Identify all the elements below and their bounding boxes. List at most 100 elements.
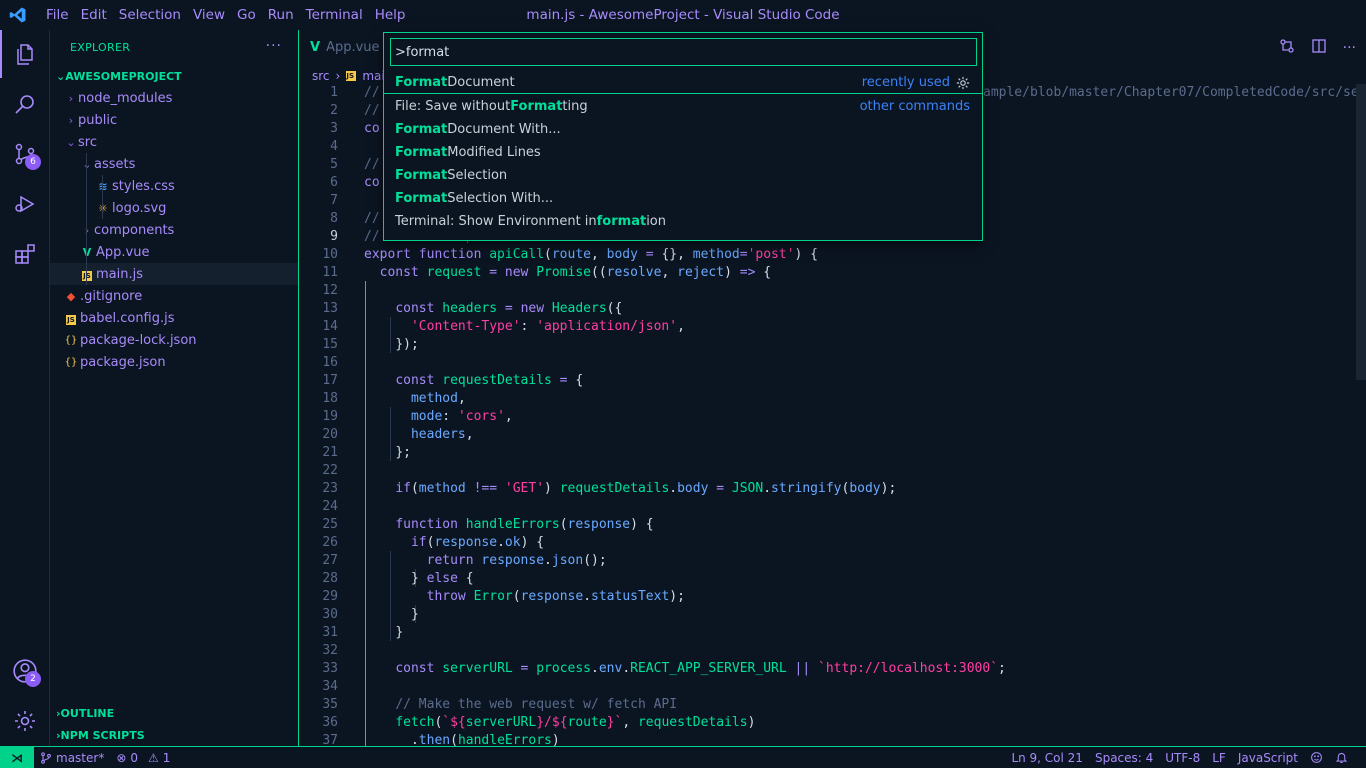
- split-editor-icon[interactable]: [1311, 38, 1327, 58]
- palette-item-format-selection-with[interactable]: Format Selection With...: [384, 187, 982, 210]
- menu-go[interactable]: Go: [231, 0, 262, 30]
- match-highlight: format: [596, 214, 647, 229]
- tree-item-src[interactable]: ⌄ src: [50, 131, 298, 153]
- palette-item-show-environment-information[interactable]: Terminal: Show Environment in format ion: [384, 210, 982, 233]
- menu-terminal[interactable]: Terminal: [300, 0, 369, 30]
- cursor-position[interactable]: Ln 9, Col 21: [1005, 747, 1089, 768]
- code-line: 35 // Make the web request w/ fetch API: [322, 697, 678, 712]
- tab-app-vue[interactable]: V App.vue: [300, 30, 390, 65]
- tree-item-assets[interactable]: ⌄ assets: [50, 153, 298, 175]
- menu-help[interactable]: Help: [369, 0, 412, 30]
- run-debug-icon[interactable]: [0, 180, 50, 228]
- project-folder[interactable]: ⌄ AWESOMEPROJECT: [50, 65, 298, 87]
- match-highlight: Format: [510, 99, 563, 114]
- match-highlight: Format: [395, 191, 448, 206]
- chevron-right-icon: ›: [84, 223, 90, 237]
- svg-file-icon: ✳: [98, 201, 108, 215]
- code-line: 23 if(method !== 'GET') requestDetails.b…: [322, 481, 897, 496]
- gear-icon[interactable]: [0, 697, 50, 745]
- item-label: ting: [562, 99, 588, 114]
- tree-item-app-vue[interactable]: V App.vue: [50, 241, 298, 263]
- palette-item-format-modified-lines[interactable]: Format Modified Lines: [384, 141, 982, 164]
- chevron-down-icon: ⌄: [56, 69, 66, 83]
- tree-item-main-js[interactable]: JS main.js: [50, 263, 298, 285]
- accounts-icon[interactable]: 2: [0, 647, 50, 695]
- status-right: Ln 9, Col 21 Spaces: 4 UTF-8 LF JavaScri…: [1005, 747, 1354, 768]
- vue-file-icon: V: [78, 246, 96, 259]
- breadcrumb-src[interactable]: src: [312, 69, 330, 83]
- item-label: Selection: [447, 168, 508, 183]
- tree-item-label: babel.config.js: [80, 310, 175, 326]
- palette-item-save-without-formatting[interactable]: File: Save without Format ting other comm…: [384, 95, 982, 118]
- item-label: ion: [646, 214, 666, 229]
- gear-icon[interactable]: [956, 76, 970, 90]
- tab-label: App.vue: [326, 40, 380, 55]
- npm-scripts-section[interactable]: › NPM SCRIPTS: [50, 724, 298, 746]
- code-line: 37 .then(handleErrors): [322, 733, 560, 746]
- source-control-icon[interactable]: 6: [0, 130, 50, 178]
- problems-indicator[interactable]: ⊗ 0 ⚠ 1: [110, 747, 176, 768]
- remote-icon[interactable]: ⋊: [0, 747, 34, 768]
- outline-section[interactable]: › OUTLINE: [50, 702, 298, 724]
- tree-item-package-lock[interactable]: {} package-lock.json: [50, 329, 298, 351]
- tree-item-label: styles.css: [112, 178, 175, 194]
- extensions-icon[interactable]: [0, 230, 50, 278]
- feedback-icon[interactable]: [1304, 747, 1329, 768]
- js-file-icon: JS: [82, 270, 92, 281]
- code-line: 36 fetch(`${serverURL}/${route}`, reques…: [322, 715, 756, 730]
- code-line: 29 throw Error(response.statusText);: [322, 589, 685, 604]
- indentation[interactable]: Spaces: 4: [1089, 747, 1159, 768]
- notifications-icon[interactable]: [1329, 747, 1354, 768]
- tree-item-label: App.vue: [96, 244, 150, 260]
- menu-file[interactable]: File: [40, 0, 75, 30]
- code-line: 16: [322, 355, 338, 370]
- menu-selection[interactable]: Selection: [113, 0, 187, 30]
- menu-run[interactable]: Run: [262, 0, 300, 30]
- end-of-line[interactable]: LF: [1206, 747, 1232, 768]
- explorer-icon[interactable]: [0, 30, 50, 78]
- tree-item-public[interactable]: › public: [50, 109, 298, 131]
- tree-item-gitignore[interactable]: ◆ .gitignore: [50, 285, 298, 307]
- tree-item-styles-css[interactable]: ≋ styles.css: [50, 175, 298, 197]
- tree-item-label: .gitignore: [80, 288, 143, 304]
- explorer-header: EXPLORER: [70, 41, 131, 54]
- match-highlight: Format: [395, 122, 448, 137]
- item-label: Document: [447, 74, 515, 90]
- tree-item-logo-svg[interactable]: ✳ logo.svg: [50, 197, 298, 219]
- tree-item-components[interactable]: › components: [50, 219, 298, 241]
- code-line: 13 const headers = new Headers({: [322, 301, 623, 316]
- command-palette-input[interactable]: [390, 38, 977, 66]
- menu-view[interactable]: View: [187, 0, 231, 30]
- palette-item-format-selection[interactable]: Format Selection: [384, 164, 982, 187]
- language-mode[interactable]: JavaScript: [1232, 747, 1304, 768]
- code-line: 10 export function apiCall(route, body = …: [322, 247, 819, 262]
- menu-edit[interactable]: Edit: [75, 0, 113, 30]
- code-line: 18 method,: [322, 391, 466, 406]
- code-url-fragment: ample/blob/master/Chapter07/CompletedCod…: [983, 85, 1359, 100]
- git-file-icon: ◆: [66, 289, 76, 303]
- code-line: 19 mode: 'cors',: [322, 409, 513, 424]
- activity-bar: 6 2: [0, 30, 50, 746]
- palette-item-format-document-with[interactable]: Format Document With...: [384, 118, 982, 141]
- palette-item-format-document[interactable]: Format Document recently used: [384, 71, 982, 94]
- tree-item-package-json[interactable]: {} package.json: [50, 351, 298, 373]
- accounts-badge: 2: [25, 671, 41, 687]
- encoding[interactable]: UTF-8: [1159, 747, 1206, 768]
- tree-item-babel-config[interactable]: JS babel.config.js: [50, 307, 298, 329]
- tree-item-node-modules[interactable]: › node_modules: [50, 87, 298, 109]
- code-line: 15 });: [322, 337, 419, 352]
- more-actions-icon[interactable]: ···: [266, 38, 282, 54]
- search-icon[interactable]: [0, 80, 50, 128]
- branch-indicator[interactable]: master*: [34, 747, 110, 768]
- more-actions-icon[interactable]: ···: [1343, 40, 1356, 56]
- tree-item-label: main.js: [96, 266, 143, 282]
- code-line: 34: [322, 679, 338, 694]
- code-line: 25 function handleErrors(response) {: [322, 517, 654, 532]
- compare-changes-icon[interactable]: [1279, 38, 1295, 58]
- other-commands-label: other commands: [859, 99, 970, 114]
- editor-scrollbar[interactable]: [1356, 84, 1366, 380]
- warning-icon: ⚠: [148, 750, 159, 765]
- branch-name: master*: [56, 750, 105, 765]
- json-file-icon: {}: [64, 334, 78, 346]
- item-label: Document With...: [447, 122, 561, 137]
